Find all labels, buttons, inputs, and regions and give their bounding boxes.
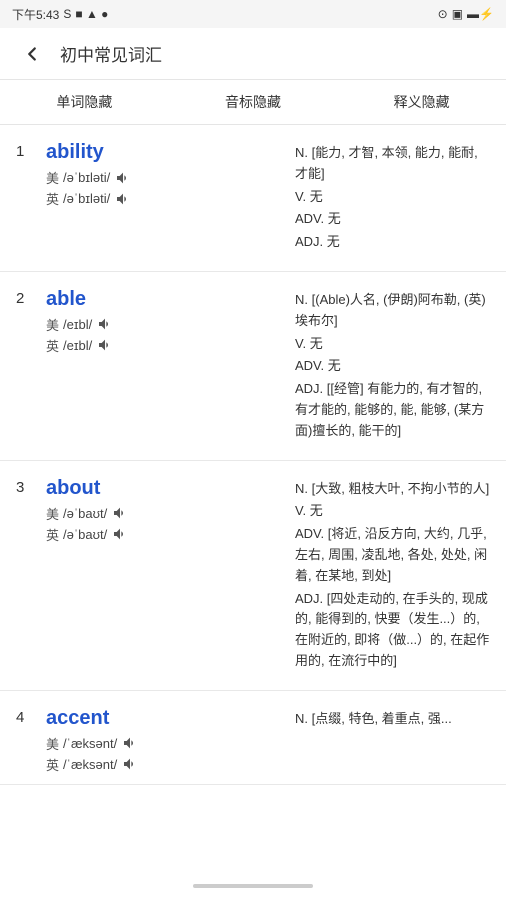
vocab-word-3: about [46, 477, 283, 500]
vocab-main-2: able 美 /eɪbl/ 英 /eɪbl/ [46, 288, 283, 444]
tab-word-hide[interactable]: 单词隐藏 [0, 80, 169, 124]
vocab-def-1: N. [能力, 才智, 本领, 能力, 能耐, 才能] V. 无 ADV. 无 … [295, 141, 490, 255]
status-bar: 下午5:43 S ■ ▲ ● ⊙ ▣ ▬⚡ [0, 0, 506, 28]
vocab-number-3: 3 [16, 477, 34, 674]
sound-uk-1[interactable] [114, 190, 132, 208]
phonetic-us-1: 美 /əˈbɪləti/ [46, 168, 283, 187]
status-signal: S [63, 7, 71, 21]
tab-def-hide[interactable]: 释义隐藏 [337, 80, 506, 124]
phonetic-uk-3: 英 /əˈbaʊt/ [46, 525, 283, 544]
vocab-number-2: 2 [16, 288, 34, 444]
phonetic-uk-4: 英 /ˈæksənt/ [46, 755, 283, 774]
tab-phonetic-hide[interactable]: 音标隐藏 [169, 80, 338, 124]
status-icons: ■ ▲ ● [75, 7, 108, 21]
vocab-word-4: accent [46, 707, 283, 730]
status-time: 下午5:43 [12, 6, 59, 23]
vocab-item-2: 2 able 美 /eɪbl/ 英 /eɪbl/ N. [(Able)人名, (… [0, 272, 506, 461]
vocab-main-4: accent 美 /ˈæksənt/ 英 /ˈæksənt/ [46, 707, 283, 776]
vocab-item-3: 3 about 美 /əˈbaʊt/ 英 /əˈbaʊt/ N. [大致, 粗枝… [0, 461, 506, 691]
vocab-number-1: 1 [16, 141, 34, 255]
tab-bar: 单词隐藏 音标隐藏 释义隐藏 [0, 80, 506, 125]
phonetic-uk-1: 英 /əˈbɪləti/ [46, 189, 283, 208]
battery-icon: ▬⚡ [467, 7, 494, 21]
sound-uk-3[interactable] [111, 525, 129, 543]
sound-uk-4[interactable] [121, 755, 139, 773]
sound-uk-2[interactable] [96, 336, 114, 354]
vocab-item-4: 4 accent 美 /ˈæksənt/ 英 /ˈæksənt/ N. [点缀,… [0, 691, 506, 785]
phonetic-us-4: 美 /ˈæksənt/ [46, 734, 283, 753]
vocab-main-1: ability 美 /əˈbɪləti/ 英 /əˈbɪləti/ [46, 141, 283, 255]
vocab-def-3: N. [大致, 粗枝大叶, 不拘小节的人] V. 无 ADV. [将近, 沿反方… [295, 477, 490, 674]
status-right: ⊙ ▣ ▬⚡ [438, 7, 494, 21]
vocab-main-3: about 美 /əˈbaʊt/ 英 /əˈbaʊt/ [46, 477, 283, 674]
phonetic-us-3: 美 /əˈbaʊt/ [46, 504, 283, 523]
vocab-number-4: 4 [16, 707, 34, 776]
vocab-item-1: 1 ability 美 /əˈbɪləti/ 英 /əˈbɪləti/ N. [… [0, 125, 506, 272]
vocab-def-2: N. [(Able)人名, (伊朗)阿布勒, (英)埃布尔] V. 无 ADV.… [295, 288, 490, 444]
sound-us-2[interactable] [96, 315, 114, 333]
scroll-indicator [193, 884, 313, 888]
signal-icon: ▣ [452, 7, 463, 21]
vocab-def-4: N. [点缀, 特色, 着重点, 强... [295, 707, 490, 776]
header-title: 初中常见词汇 [60, 41, 162, 66]
header: 初中常见词汇 [0, 28, 506, 80]
back-button[interactable] [16, 38, 48, 70]
vocab-list: 1 ability 美 /əˈbɪləti/ 英 /əˈbɪləti/ N. [… [0, 125, 506, 785]
phonetic-uk-2: 英 /eɪbl/ [46, 336, 283, 355]
sound-us-1[interactable] [114, 169, 132, 187]
sound-us-3[interactable] [111, 504, 129, 522]
sound-us-4[interactable] [121, 734, 139, 752]
status-left: 下午5:43 S ■ ▲ ● [12, 6, 108, 23]
wifi-icon: ⊙ [438, 7, 448, 21]
vocab-word-2: able [46, 288, 283, 311]
vocab-word-1: ability [46, 141, 283, 164]
phonetic-us-2: 美 /eɪbl/ [46, 315, 283, 334]
